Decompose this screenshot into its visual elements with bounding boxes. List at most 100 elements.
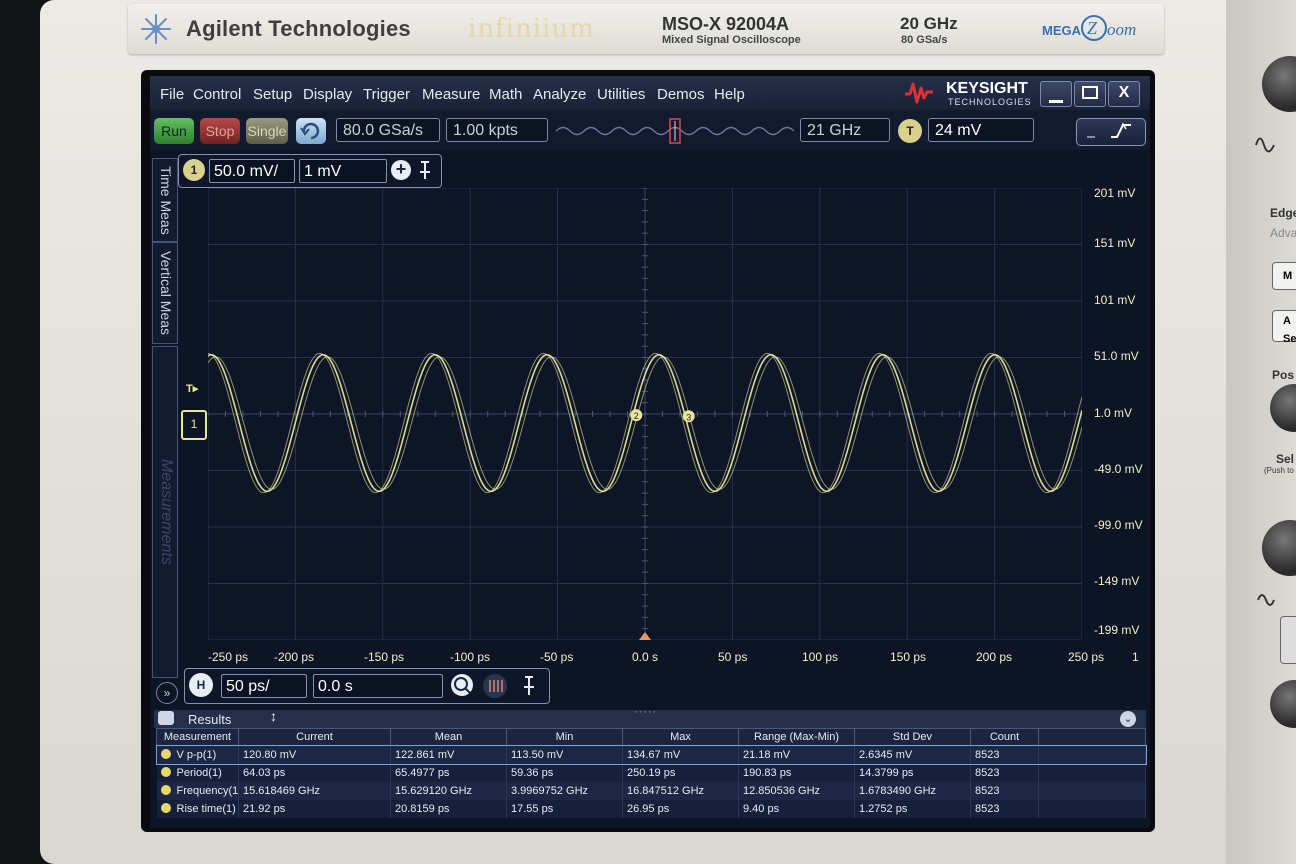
table-cell: 12.850536 GHz [738,782,855,800]
panel-label-advanced: Adva [1270,226,1296,240]
sample-rate-field[interactable]: 80.0 GSa/s [336,118,440,142]
panel-button[interactable]: A Se [1272,310,1296,345]
menu-demos[interactable]: Demos [657,86,705,103]
measurement-marker-label: 2 [634,411,639,421]
menu-math[interactable]: Math [489,86,522,103]
sine-wave-icon [1257,594,1275,606]
table-cell: 134.67 mV [622,745,739,764]
v-axis-label: -149 mV [1094,574,1140,588]
results-settings-icon[interactable] [158,711,174,725]
measurement-marker-label: 3 [686,412,691,422]
table-cell: 3.9969752 GHz [506,782,623,800]
table-cell: 59.36 ps [506,764,623,782]
table-cell [1038,782,1146,800]
keysight-brand: KEYSIGHT [946,80,1028,97]
restore-icon [1082,86,1098,99]
stop-button[interactable]: Stop [200,118,240,144]
table-cell: 250.19 ps [622,764,739,782]
channel-1-badge: 1 [183,159,205,181]
panel-button[interactable]: M [1272,262,1296,290]
table-cell: 15.618469 GHz [238,782,391,800]
trigger-position-marker[interactable] [639,632,651,640]
menu-file[interactable]: File [160,86,184,103]
panel-label-select: Sel [1276,452,1295,466]
waveform-graticule[interactable]: 23 [208,188,1082,640]
restore-button[interactable] [1074,81,1106,107]
svg-text:Z: Z [1087,18,1098,38]
model-description: Mixed Signal Oscilloscope [662,34,801,46]
trigger-level-field[interactable]: 24 mV [928,118,1034,142]
v-axis-label: 151 mV [1094,236,1136,250]
horizontal-scale-field[interactable]: 50 ps/ [221,674,307,698]
single-button[interactable]: Single [246,118,288,144]
column-header[interactable]: Min [506,728,623,746]
table-row[interactable]: Frequency(1) 15.618469 GHz 15.629120 GHz 3.… [156,782,1146,800]
refresh-icon [300,122,320,140]
minimize-button[interactable] [1040,81,1072,107]
memory-depth-field[interactable]: 1.00 kpts [446,118,548,142]
menu-measure[interactable]: Measure [422,86,480,103]
close-button[interactable]: X [1108,81,1140,107]
table-cell [1038,764,1146,782]
results-header: Results ↕ ····· ⌄ [154,706,1146,728]
channel-1-ground-marker[interactable]: 1 [181,410,207,440]
column-header[interactable]: Mean [390,728,507,746]
menu-setup[interactable]: Setup [253,86,292,103]
table-row[interactable]: Period(1) 64.03 ps 65.4977 ps 59.36 ps 250.1… [156,764,1146,782]
svg-text:oom: oom [1107,20,1136,39]
menu-utilities[interactable]: Utilities [597,86,645,103]
tab-vertical-meas[interactable]: Vertical Meas [152,242,178,344]
svg-text:MEGA: MEGA [1042,23,1082,38]
table-cell: 21.92 ps [238,800,391,818]
table-cell [1038,800,1146,818]
run-button[interactable]: Run [154,118,194,144]
column-header[interactable]: Range (Max-Min) [738,728,855,746]
bandwidth-field[interactable]: 21 GHz [800,118,890,142]
bandwidth-spec: 20 GHz [900,14,958,33]
tab-time-meas[interactable]: Time Meas [152,158,178,242]
oscilloscope-screen: File Control Setup Display Trigger Measu… [150,76,1150,828]
pin-icon[interactable] [417,160,433,180]
v-axis-label: -49.0 mV [1094,462,1143,476]
zoom-icon[interactable] [451,674,473,696]
table-header-row: Measurement Current Mean Min Max Range (Max-M… [156,728,1146,746]
column-header[interactable]: Current [238,728,391,746]
product-name: infiniium [468,14,595,44]
menu-help[interactable]: Help [714,86,745,103]
auto-scale-button[interactable] [296,118,326,144]
column-header[interactable]: Count [970,728,1039,746]
measurement-name-cell: Frequency(1) [156,782,239,800]
column-header[interactable]: Measurement [156,728,239,746]
timebase-overview-icon[interactable] [556,118,794,144]
column-header[interactable]: Std Dev [854,728,971,746]
measurement-name-cell: Period(1) [156,764,239,782]
trigger-mode-button[interactable] [1076,118,1146,146]
horizontal-position-field[interactable]: 0.0 s [313,674,443,698]
menu-display[interactable]: Display [303,86,352,103]
tab-measurements[interactable]: Measurements [152,346,178,678]
menu-analyze[interactable]: Analyze [533,86,586,103]
trigger-badge: T [898,119,922,143]
table-cell: 17.55 ps [506,800,623,818]
menu-control[interactable]: Control [193,86,241,103]
drag-grip-icon[interactable]: ····· [634,706,657,718]
resize-handle-icon[interactable]: ↕ [270,708,277,724]
table-row[interactable]: V p-p(1) 120.80 mV 122.861 mV 113.50 mV 134.… [155,744,1147,765]
v-axis-label: 51.0 mV [1094,349,1139,363]
vertical-offset-field[interactable]: 1 mV [299,159,387,183]
h-axis-label: 100 ps [802,650,839,664]
column-header[interactable]: Max [622,728,739,746]
vertical-scale-field[interactable]: 50.0 mV/ [209,159,295,183]
menu-trigger[interactable]: Trigger [363,86,410,103]
expand-chevron-icon[interactable]: » [156,682,178,704]
collapse-icon[interactable]: ⌄ [1120,711,1136,727]
channel-bullet-icon [160,785,171,795]
add-channel-icon[interactable]: + [391,160,411,180]
segmented-icon[interactable] [483,674,507,698]
agilent-spark-logo [141,14,171,44]
h-axis-label: 150 ps [890,650,927,664]
table-row[interactable]: Rise time(1) 21.92 ps 20.8159 ps 17.55 ps 26… [156,800,1146,818]
pin-icon[interactable] [521,675,537,697]
table-cell: 26.95 ps [622,800,739,818]
panel-button[interactable] [1280,616,1296,664]
